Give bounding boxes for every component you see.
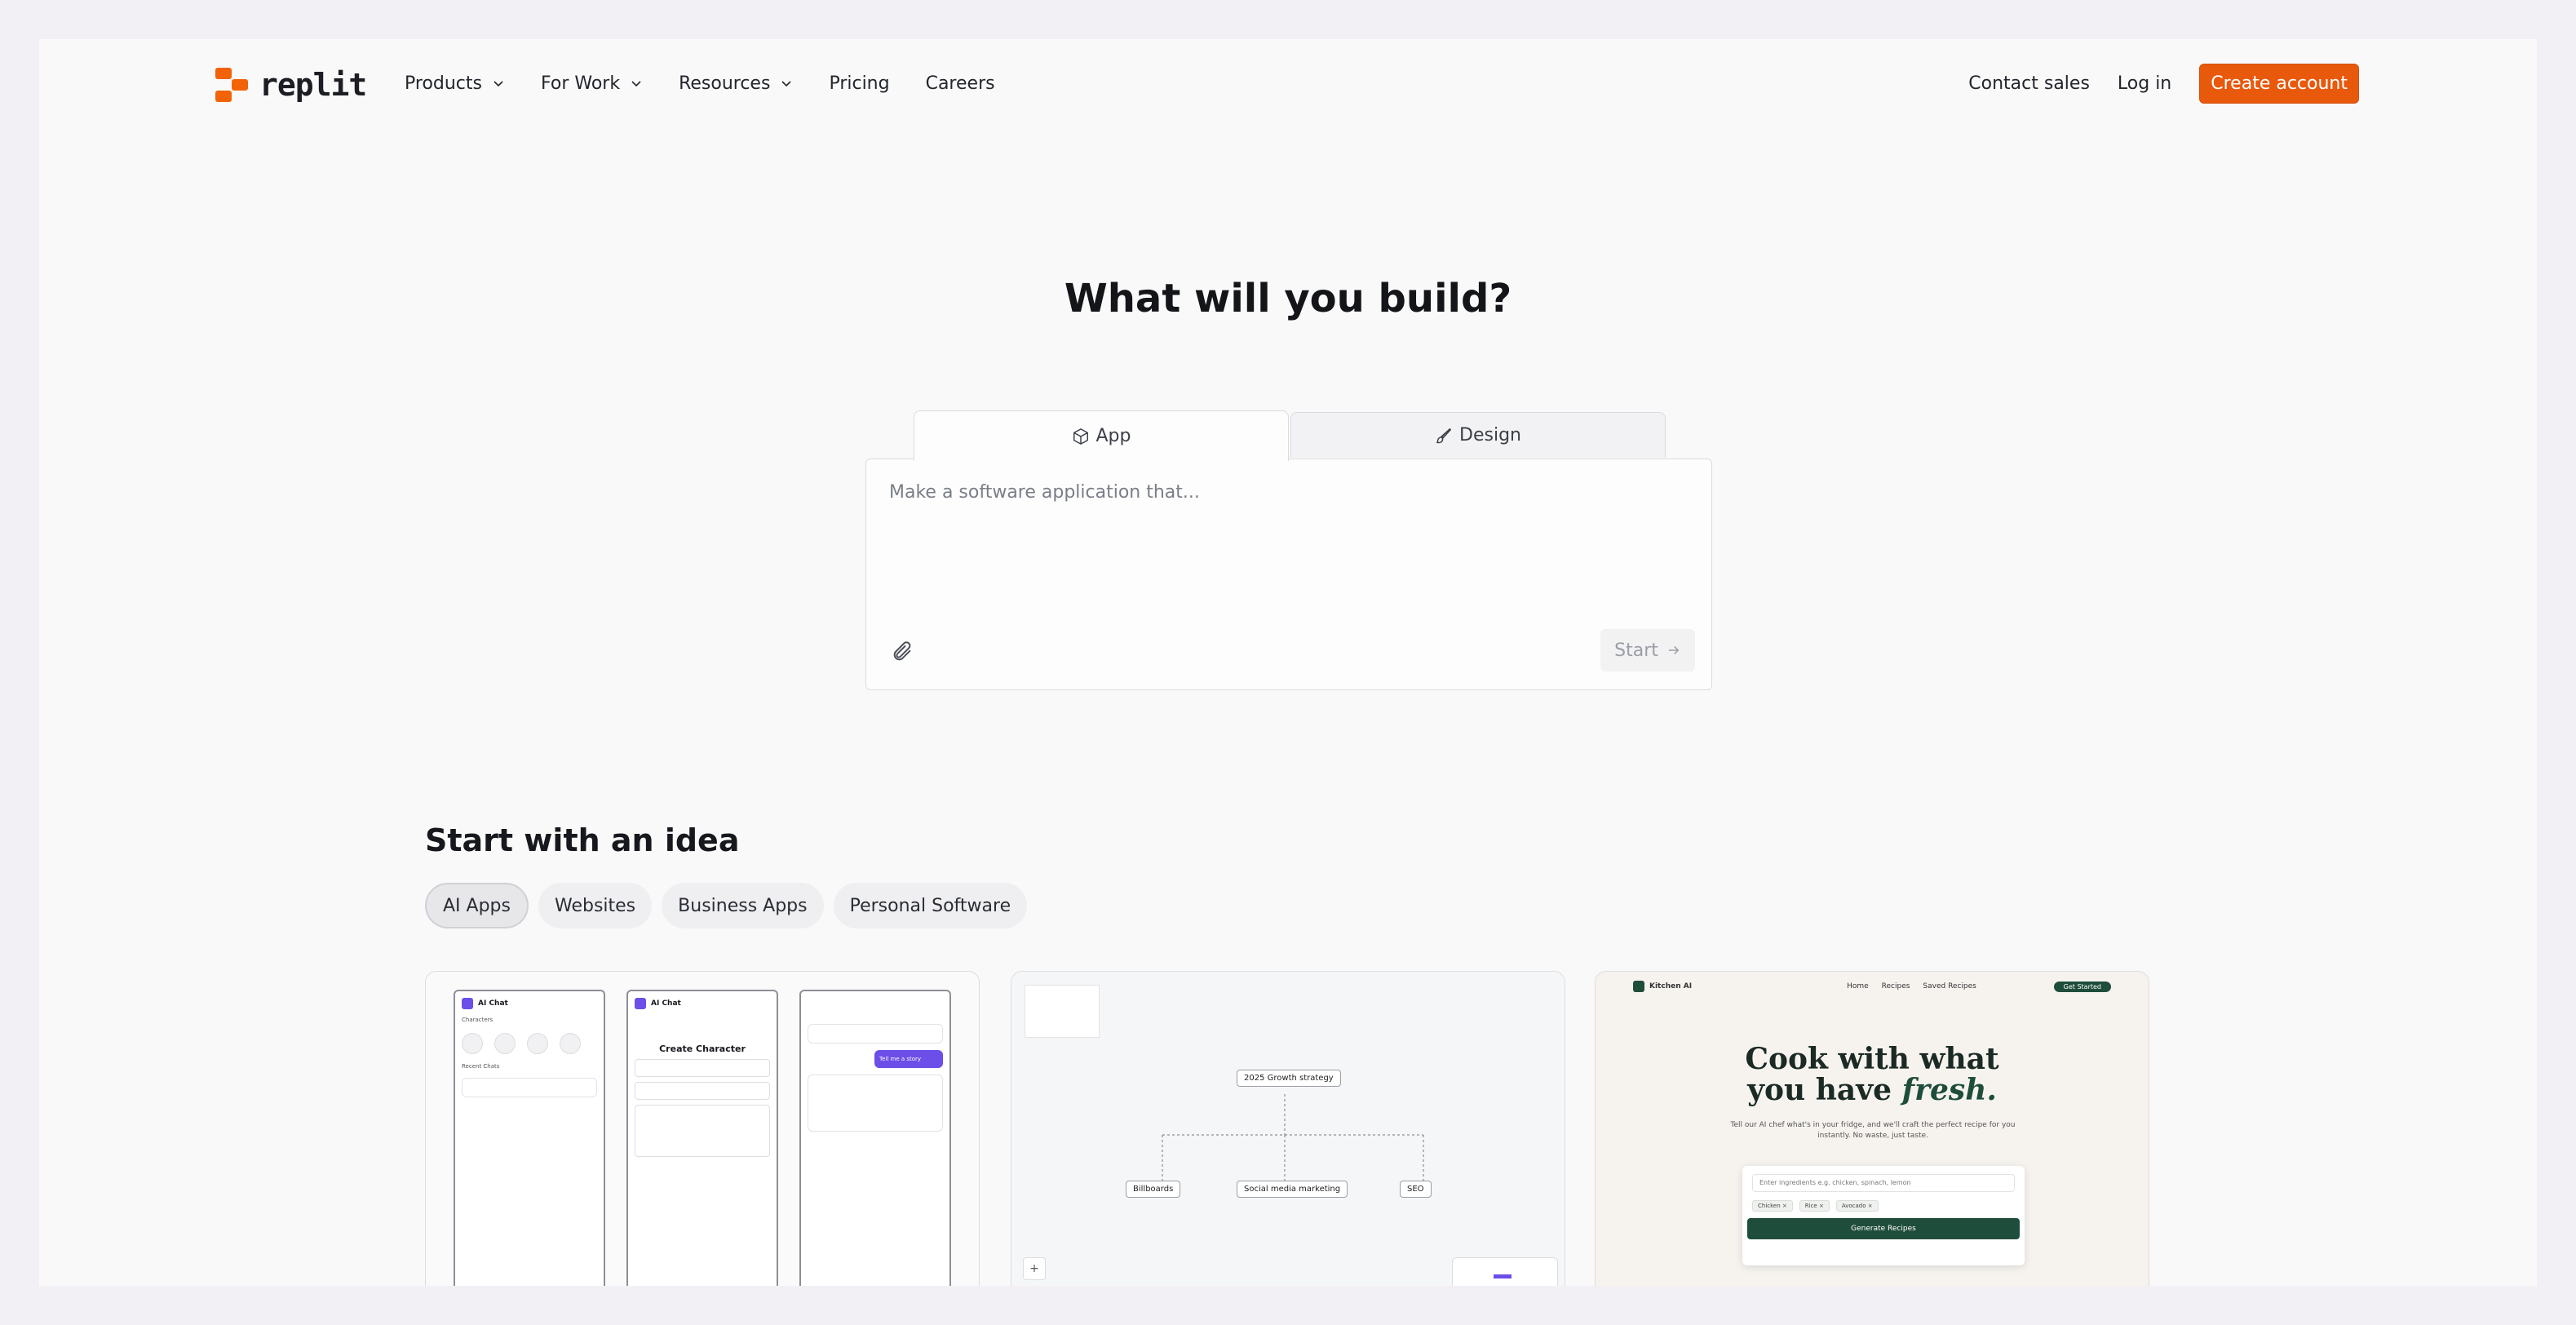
ai-chat-app-name: AI Chat (478, 999, 508, 1008)
recipe-tags: Chicken × Rice × Avocado × (1752, 1200, 2015, 1212)
recipe-title-prefix: you have (1747, 1073, 1902, 1107)
role-field (635, 1082, 770, 1100)
top-navbar: replit Products For Work Resources Prici… (39, 39, 2537, 129)
main-nav: Products For Work Resources Pricing Care… (405, 70, 1031, 96)
recipe-nav-pill: Get Started (2053, 981, 2111, 992)
create-account-button[interactable]: Create account (2199, 64, 2359, 104)
characters-label: Characters (462, 1017, 494, 1023)
name-field (635, 1059, 770, 1077)
idea-card-flow[interactable]: 2025 Growth strategy Billboards Social m… (1011, 971, 1565, 1286)
nav-careers-label: Careers (925, 73, 995, 94)
idea-cards: AI Chat Characters Recent Chats AI Chat … (425, 971, 2151, 1286)
ai-chat-conversation-screen: Tell me a story (799, 990, 951, 1286)
chip-ai-apps[interactable]: AI Apps (425, 883, 529, 928)
page: replit Products For Work Resources Prici… (39, 39, 2537, 1286)
cube-icon (1073, 428, 1088, 445)
recipe-tag: Avocado × (1835, 1200, 1879, 1212)
replit-logo[interactable]: replit (215, 67, 367, 103)
recipe-nav-saved: Saved Recipes (1923, 982, 1976, 990)
nav-pricing-label: Pricing (829, 73, 890, 94)
user-message: Tell me a story (874, 1050, 943, 1068)
personality-field (635, 1105, 770, 1157)
chip-personal-software[interactable]: Personal Software (833, 883, 1028, 928)
recipe-nav-home: Home (1847, 982, 1869, 990)
nav-resources-label: Resources (679, 73, 771, 94)
brush-icon (1436, 428, 1451, 443)
recipe-nav-recipes: Recipes (1881, 982, 1910, 990)
flow-root-node: 2025 Growth strategy (1237, 1070, 1341, 1087)
start-button-label: Start (1614, 640, 1658, 661)
idea-category-chips: AI Apps Websites Business Apps Personal … (425, 883, 1028, 928)
recipe-title-line1: Cook with what (1745, 1042, 1999, 1076)
flow-node-social: Social media marketing (1237, 1181, 1348, 1198)
recipe-tag: Chicken × (1752, 1200, 1793, 1212)
recipe-title-em: fresh. (1901, 1073, 1997, 1107)
log-in-link[interactable]: Log in (2118, 73, 2171, 94)
build-mode-tabs: App Design (914, 410, 1666, 461)
flow-side-panel (1452, 1257, 1558, 1286)
app-icon (635, 998, 646, 1009)
account-nav: Contact sales Log in Create account (1968, 64, 2359, 104)
ai-chat-create-screen: AI Chat Create Character (626, 990, 778, 1286)
nav-resources[interactable]: Resources (679, 70, 793, 96)
chevron-down-icon (631, 81, 641, 87)
nav-for-work[interactable]: For Work (541, 70, 643, 96)
tab-app[interactable]: App (914, 410, 1289, 461)
nav-for-work-label: For Work (541, 73, 621, 94)
recipe-hero-title: Cook with what you have fresh. (1596, 1044, 2149, 1106)
logo-text: replit (259, 67, 367, 103)
chip-business-apps[interactable]: Business Apps (662, 883, 824, 928)
flow-node-seo: SEO (1400, 1181, 1432, 1198)
ai-chat-home-screen: AI Chat Characters Recent Chats (454, 990, 605, 1286)
start-button[interactable]: Start (1600, 629, 1695, 671)
nav-products-label: Products (405, 73, 482, 94)
character-list (455, 1025, 604, 1062)
app-icon (462, 998, 473, 1009)
recipe-nav-links: Home Recipes Saved Recipes (1847, 982, 1976, 990)
recipe-logo-icon (1633, 981, 1644, 992)
ai-message (808, 1075, 943, 1132)
recent-chats-label: Recent Chats (462, 1063, 500, 1070)
tab-app-label: App (1095, 426, 1131, 446)
ai-chat-app-name: AI Chat (651, 999, 681, 1008)
recipe-navbar: Kitchen AI Home Recipes Saved Recipes Ge… (1596, 972, 2149, 1001)
idea-card-recipe[interactable]: Kitchen AI Home Recipes Saved Recipes Ge… (1595, 971, 2149, 1286)
flow-connectors (1162, 1094, 1424, 1181)
chip-websites[interactable]: Websites (538, 883, 653, 928)
prompt-placeholder: Make a software application that... (889, 482, 1200, 503)
arrow-right-icon (1668, 645, 1680, 655)
generate-recipes-button: Generate Recipes (1747, 1218, 2020, 1239)
create-character-title: Create Character (659, 1044, 746, 1054)
replit-logo-icon (215, 68, 248, 102)
recipe-ingredients-input: Enter ingredients e.g. chicken, spinach,… (1752, 1174, 2015, 1192)
recipe-subtitle: Tell our AI chef what's in your fridge, … (1730, 1121, 2016, 1140)
prompt-input[interactable]: Make a software application that... Star… (865, 459, 1712, 690)
flow-node-billboards: Billboards (1126, 1181, 1181, 1198)
recipe-logo: Kitchen AI (1633, 981, 1692, 992)
ai-message (808, 1024, 943, 1044)
ideas-section-title: Start with an idea (425, 822, 740, 858)
recipe-title-line2: you have fresh. (1596, 1075, 2149, 1106)
zoom-in-button: + (1023, 1257, 1046, 1280)
paperclip-icon[interactable] (891, 640, 914, 663)
chevron-down-icon (781, 81, 792, 87)
page-title: What will you build? (1064, 276, 1512, 321)
chevron-down-icon (494, 81, 503, 87)
recipe-form: Enter ingredients e.g. chicken, spinach,… (1742, 1166, 2025, 1265)
nav-pricing[interactable]: Pricing (829, 70, 889, 96)
nav-careers[interactable]: Careers (926, 70, 995, 96)
recipe-tag: Rice × (1799, 1200, 1830, 1212)
nav-products[interactable]: Products (405, 70, 505, 96)
tab-design-label: Design (1459, 425, 1521, 445)
tab-design[interactable]: Design (1290, 412, 1666, 458)
recipe-app-name: Kitchen AI (1649, 982, 1693, 990)
contact-sales-link[interactable]: Contact sales (1968, 73, 2090, 94)
idea-card-ai-chat[interactable]: AI Chat Characters Recent Chats AI Chat … (425, 971, 980, 1286)
recent-chat-item (462, 1078, 597, 1097)
